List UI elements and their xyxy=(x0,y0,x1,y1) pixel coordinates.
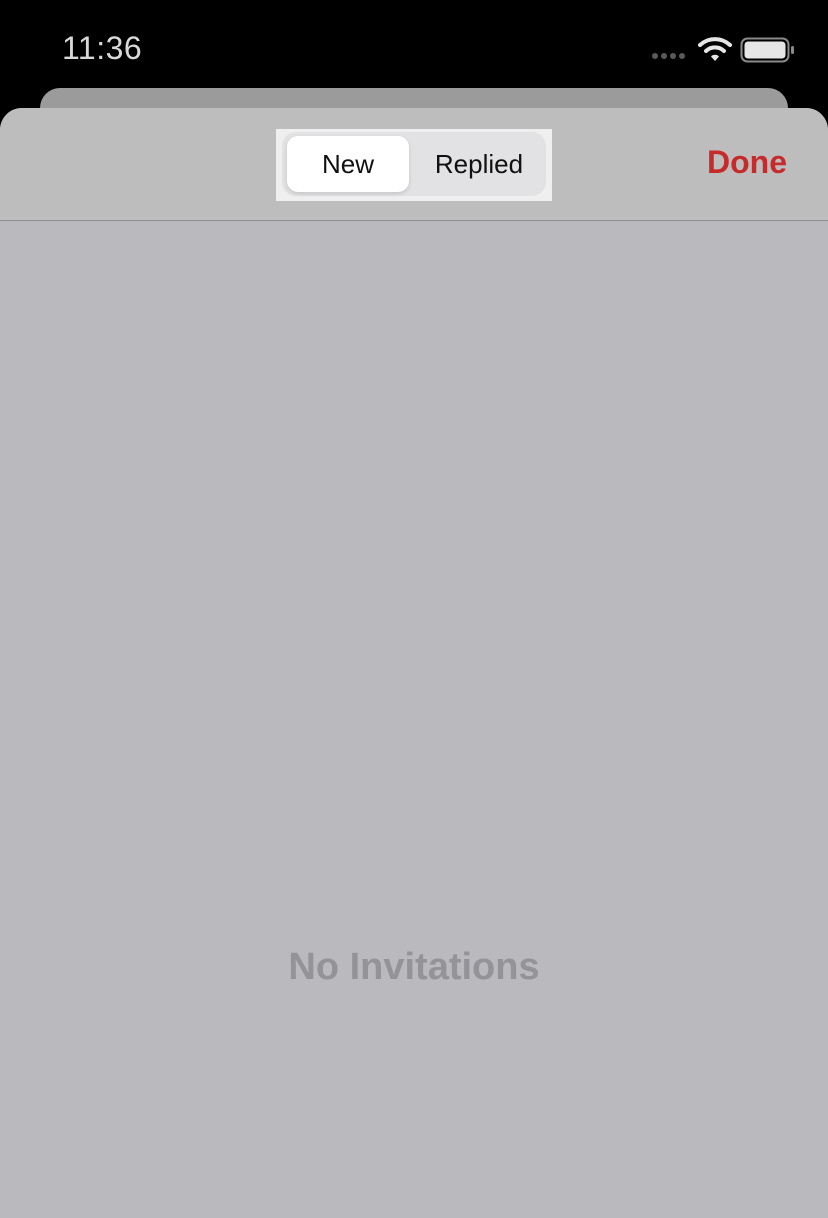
battery-icon xyxy=(740,37,794,63)
wifi-icon xyxy=(698,37,732,61)
cellular-signal-icon xyxy=(652,53,685,59)
status-time: 11:36 xyxy=(62,30,143,66)
segment-replied[interactable]: Replied xyxy=(412,136,546,192)
navigation-bar: New Replied Done xyxy=(0,108,828,221)
segment-new[interactable]: New xyxy=(287,136,409,192)
empty-state-message: No Invitations xyxy=(288,946,540,988)
done-button[interactable]: Done xyxy=(707,144,787,181)
status-bar: 11:36 xyxy=(0,0,828,100)
invitation-filter-segmented-control: New Replied xyxy=(282,132,546,196)
invitations-sheet: New Replied Done No Invitations xyxy=(0,108,828,1218)
